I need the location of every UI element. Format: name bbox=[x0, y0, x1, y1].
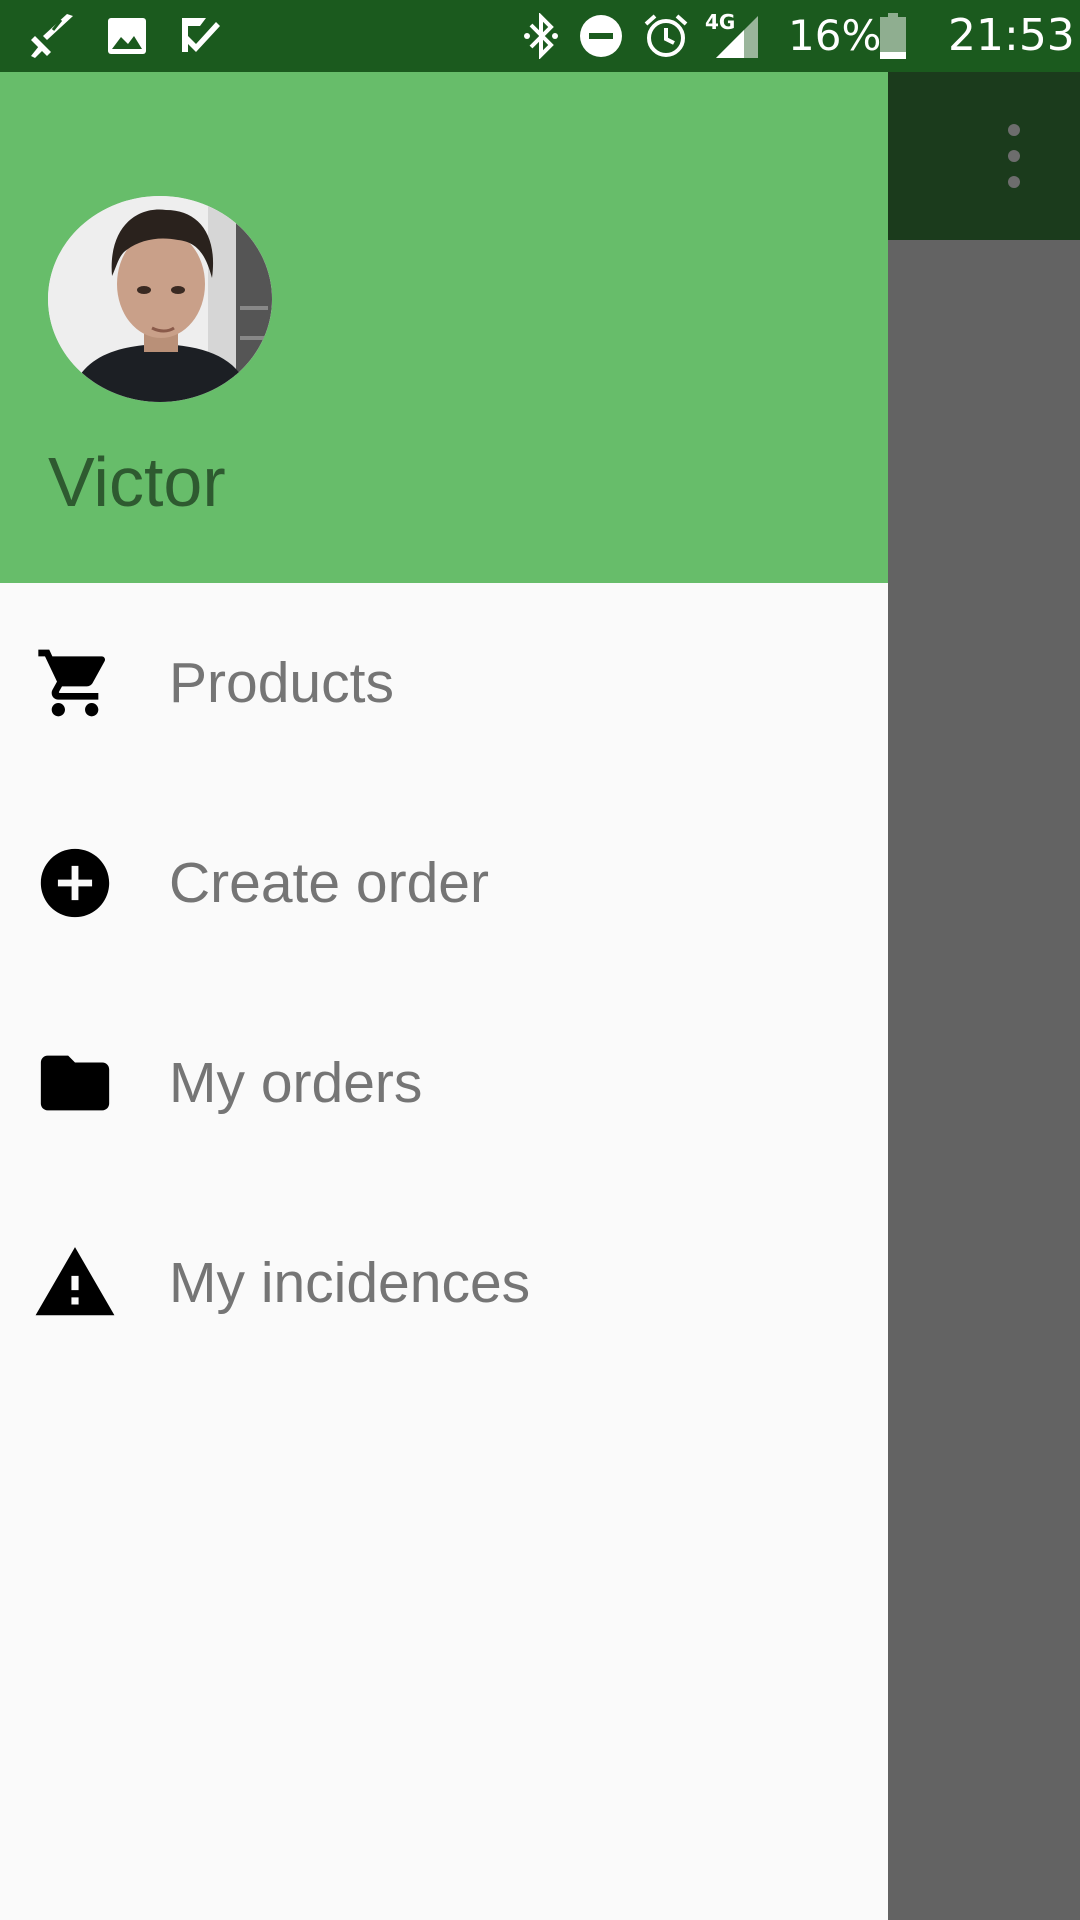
add-circle-icon bbox=[32, 840, 118, 926]
do-not-disturb-icon bbox=[578, 10, 624, 62]
app-toolbar bbox=[888, 72, 1080, 240]
alarm-icon bbox=[642, 10, 690, 62]
more-vert-icon[interactable] bbox=[990, 124, 1038, 188]
menu-item-my-orders[interactable]: My orders bbox=[0, 983, 888, 1183]
menu-item-products[interactable]: Products bbox=[0, 583, 888, 783]
menu-label: Create order bbox=[169, 851, 489, 915]
menu-label: Products bbox=[169, 651, 394, 715]
warning-icon bbox=[32, 1240, 118, 1326]
navigation-drawer: Victor Products Create order My orders M… bbox=[0, 72, 888, 1920]
status-time: 21:53 bbox=[948, 10, 1075, 61]
menu-item-create-order[interactable]: Create order bbox=[0, 783, 888, 983]
sword-app-icon bbox=[24, 10, 80, 62]
menu-item-my-incidences[interactable]: My incidences bbox=[0, 1183, 888, 1383]
user-name: Victor bbox=[48, 443, 226, 521]
bluetooth-icon bbox=[520, 10, 562, 62]
folder-icon bbox=[32, 1040, 118, 1126]
task-done-icon bbox=[176, 10, 224, 62]
battery-percent: 16% bbox=[788, 11, 882, 60]
user-avatar[interactable] bbox=[48, 196, 272, 402]
image-notification-icon bbox=[104, 10, 150, 62]
shopping-cart-icon bbox=[32, 640, 118, 726]
drawer-scrim[interactable] bbox=[888, 240, 1080, 1920]
drawer-header: Victor bbox=[0, 72, 888, 583]
menu-label: My incidences bbox=[169, 1251, 531, 1315]
menu-label: My orders bbox=[169, 1051, 423, 1115]
status-bar: 4G 16% 21:53 bbox=[0, 0, 1080, 72]
battery-icon bbox=[878, 10, 908, 62]
network-type-label: 4G bbox=[705, 10, 736, 34]
